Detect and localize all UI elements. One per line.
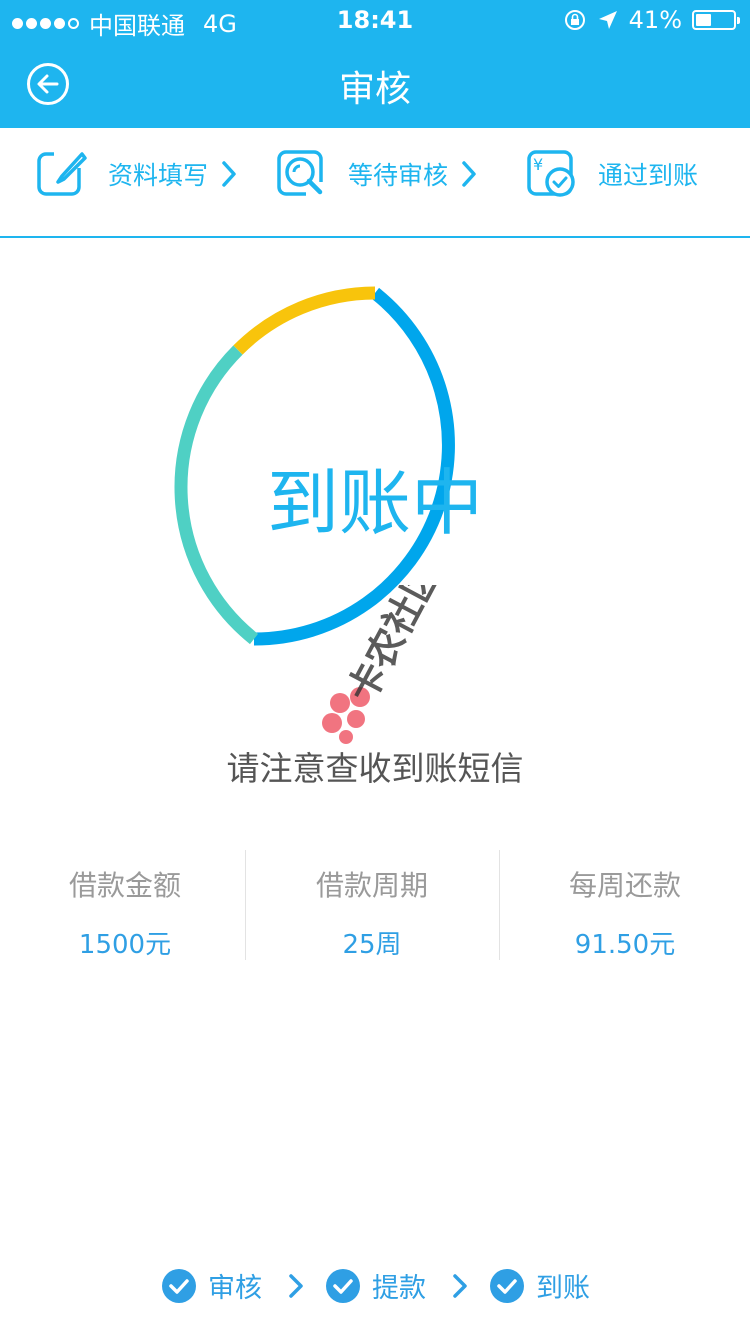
divider — [245, 850, 246, 960]
svg-text:¥: ¥ — [533, 155, 543, 174]
edit-icon — [37, 150, 87, 196]
loan-period-label: 借款周期 — [315, 869, 428, 902]
nav-bar: 审核 — [0, 40, 750, 128]
step-label-fill-info: 资料填写 — [108, 161, 209, 190]
bottom-progress: 审核 提款 到账 — [0, 1266, 750, 1305]
check-circle-icon — [326, 1268, 360, 1303]
bottom-step-withdraw: 提款 — [324, 1266, 426, 1305]
step-label-approved: 通过到账 — [598, 161, 699, 190]
check-circle-icon — [490, 1268, 524, 1303]
yuan-check-icon: ¥ — [527, 150, 575, 197]
bottom-step-label: 提款 — [372, 1273, 426, 1304]
chevron-right-icon — [222, 161, 236, 187]
loan-period: 借款周期 25周 — [247, 850, 497, 960]
watermark-logo: 卡农社区 — [322, 585, 449, 744]
loan-period-value: 25周 — [342, 930, 402, 960]
rotation-lock-icon — [564, 10, 585, 30]
page-title: 审核 — [338, 69, 411, 110]
step-waiting-review: 等待审核 — [276, 148, 478, 200]
loan-amount-label: 借款金额 — [68, 869, 181, 902]
bottom-step-review: 审核 — [160, 1266, 262, 1305]
check-circle-icon — [162, 1268, 196, 1303]
search-review-icon — [277, 150, 328, 200]
loan-amount-value: 1500元 — [78, 930, 172, 960]
chevron-right-icon — [462, 161, 476, 187]
chevron-right-icon — [289, 1273, 303, 1298]
progress-steps: 资料填写 等待审核 ¥ 通过到账 — [0, 128, 750, 238]
svg-text:卡农社区: 卡农社区 — [339, 585, 449, 709]
ring-segment-yellow — [233, 286, 376, 355]
step-fill-info: 资料填写 — [36, 148, 238, 200]
status-text: 到账中 — [266, 461, 483, 545]
status-bar: 中国联通 4G 18:41 41% — [0, 0, 750, 40]
step-approved: ¥ 通过到账 — [526, 148, 698, 200]
chevron-right-icon — [453, 1273, 467, 1298]
loan-info: 借款金额 1500元 借款周期 25周 每周还款 91.50元 — [0, 850, 750, 960]
bottom-step-label: 到账 — [536, 1273, 590, 1304]
weekly-repayment: 每周还款 91.50元 — [500, 850, 750, 960]
bottom-step-arrival: 到账 — [488, 1266, 590, 1305]
weekly-repayment-label: 每周还款 — [568, 869, 681, 902]
weekly-repayment-value: 91.50元 — [574, 930, 676, 960]
battery-percent: 41% — [628, 6, 682, 34]
bottom-step-label: 审核 — [208, 1273, 262, 1304]
notice-text: 请注意查收到账短信 — [226, 749, 524, 788]
loan-amount: 借款金额 1500元 — [0, 850, 250, 960]
battery-icon — [692, 10, 740, 30]
step-label-waiting-review: 等待审核 — [348, 161, 449, 190]
status-right: 41% — [563, 6, 740, 34]
location-arrow-icon — [598, 11, 617, 29]
